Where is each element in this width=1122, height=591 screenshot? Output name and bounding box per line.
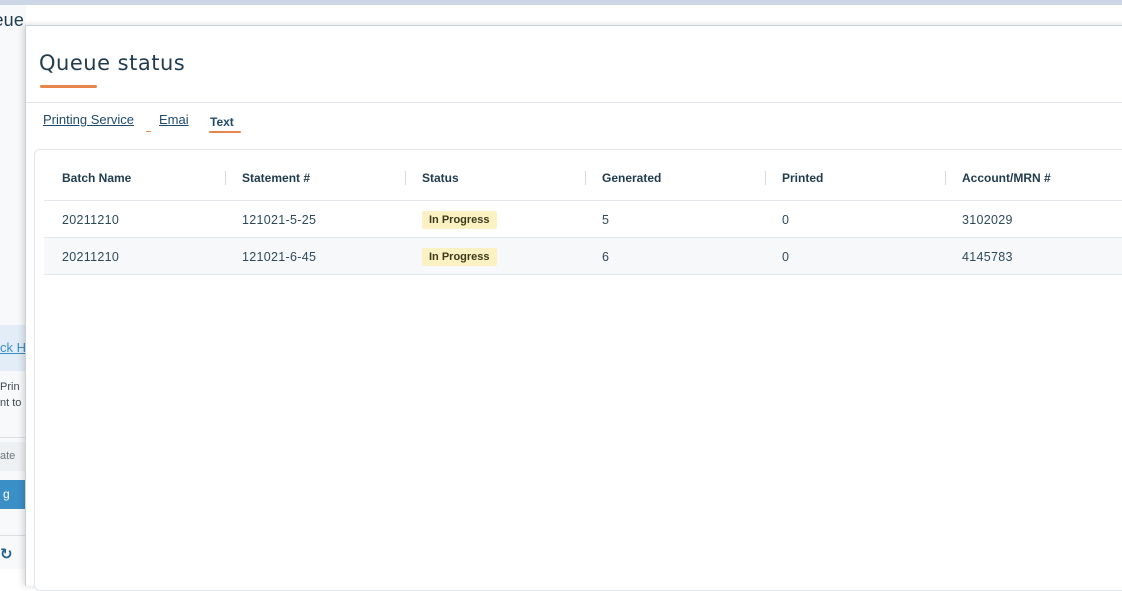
background-divider-2	[0, 535, 26, 536]
column-separator	[405, 171, 406, 185]
cell-generated: 5	[602, 213, 610, 227]
table-row[interactable]: 20211210 121021-5-25 In Progress 5 0 310…	[44, 201, 1122, 238]
cell-generated: 6	[602, 250, 610, 264]
background-page: nent Queue ck H Prin nt to ate g ↻	[0, 5, 26, 569]
tab-text[interactable]: Text	[210, 115, 234, 129]
cell-printed: 0	[782, 213, 790, 227]
column-header-generated[interactable]: Generated	[602, 171, 661, 185]
table-row[interactable]: 20211210 121021-6-45 In Progress 6 0 414…	[44, 238, 1122, 275]
queue-table: Batch Name Statement # Status Generated …	[34, 149, 1122, 591]
table-header: Batch Name Statement # Status Generated …	[44, 150, 1122, 201]
column-header-account-mrn[interactable]: Account/MRN #	[962, 171, 1051, 185]
background-link[interactable]: ck H	[0, 340, 26, 355]
tab-printing-service[interactable]: Printing Service	[43, 112, 134, 127]
cell-printed: 0	[782, 250, 790, 264]
cell-account-mrn: 3102029	[962, 213, 1013, 227]
column-header-statement[interactable]: Statement #	[242, 171, 310, 185]
status-badge: In Progress	[422, 248, 497, 266]
column-separator	[945, 171, 946, 185]
background-input[interactable]: ate	[0, 442, 26, 471]
header-divider	[26, 102, 1122, 103]
column-separator	[225, 171, 226, 185]
cell-statement: 121021-6-45	[242, 250, 317, 264]
cell-account-mrn: 4145783	[962, 250, 1013, 264]
column-header-printed[interactable]: Printed	[782, 171, 823, 185]
column-separator	[585, 171, 586, 185]
active-tab-underline	[209, 131, 241, 133]
queue-status-modal: Queue status Printing Service Emai Text …	[25, 25, 1122, 591]
column-header-status[interactable]: Status	[422, 171, 459, 185]
background-text-line-1: Prin	[0, 381, 20, 393]
browser-top-strip	[0, 0, 1122, 5]
tab-email[interactable]: Emai	[159, 112, 189, 127]
tab-separator-mark	[146, 131, 151, 132]
column-separator	[765, 171, 766, 185]
cell-batch-name: 20211210	[62, 250, 120, 264]
refresh-icon[interactable]: ↻	[0, 545, 13, 563]
status-badge: In Progress	[422, 211, 497, 229]
background-divider	[0, 437, 26, 438]
background-page-title: nent Queue	[0, 10, 25, 29]
column-header-batch-name[interactable]: Batch Name	[62, 171, 131, 185]
cell-statement: 121021-5-25	[242, 213, 317, 227]
background-text-line-2: nt to	[0, 397, 22, 409]
background-input-text: ate	[0, 450, 16, 462]
background-title-clip: nent Queue	[0, 5, 26, 29]
background-button[interactable]: g	[0, 480, 26, 509]
background-button-label: g	[3, 487, 10, 501]
modal-title: Queue status	[39, 51, 186, 75]
title-accent-underline	[40, 85, 97, 88]
cell-batch-name: 20211210	[62, 213, 120, 227]
